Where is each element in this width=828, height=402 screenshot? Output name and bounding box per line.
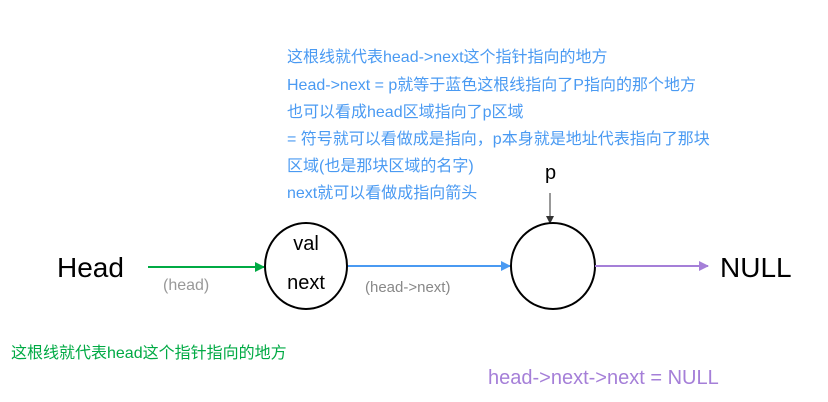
node-2 <box>510 222 596 310</box>
blue-annotation: 这根线就代表head->next这个指针指向的地方 Head->next = p… <box>287 48 710 202</box>
p-label: p <box>545 162 556 184</box>
annotation-line: next就可以看做成指向箭头 <box>287 183 477 202</box>
null-label: NULL <box>720 252 792 283</box>
purple-annotation: head->next->next = NULL <box>488 367 719 389</box>
next-edge-label: (head->next) <box>365 279 450 296</box>
annotation-line: 区域(也是那块区域的名字) <box>287 157 474 175</box>
head-label: Head <box>57 252 124 283</box>
linked-list-diagram: 这根线就代表head->next这个指针指向的地方 Head->next = p… <box>11 48 792 389</box>
node-1-next: next <box>287 272 325 294</box>
annotation-line: 这根线就代表head->next这个指针指向的地方 <box>287 48 608 66</box>
annotation-line: 也可以看成head区域指向了p区域 <box>287 103 524 121</box>
annotation-line: = 符号就可以看做成是指向，p本身就是地址代表指向了那块 <box>287 130 710 148</box>
green-annotation: 这根线就代表head这个指针指向的地方 <box>11 344 287 362</box>
annotation-line: Head->next = p就等于蓝色这根线指向了P指向的那个地方 <box>287 76 696 94</box>
head-edge-label: (head) <box>163 277 209 294</box>
node-1-val: val <box>293 233 319 255</box>
